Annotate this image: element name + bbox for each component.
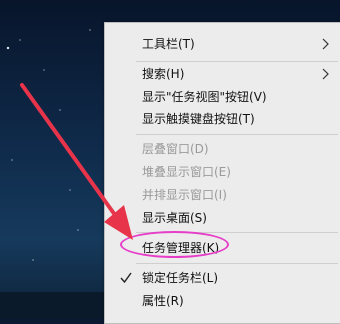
- red-arrow-annotation: [20, 83, 133, 240]
